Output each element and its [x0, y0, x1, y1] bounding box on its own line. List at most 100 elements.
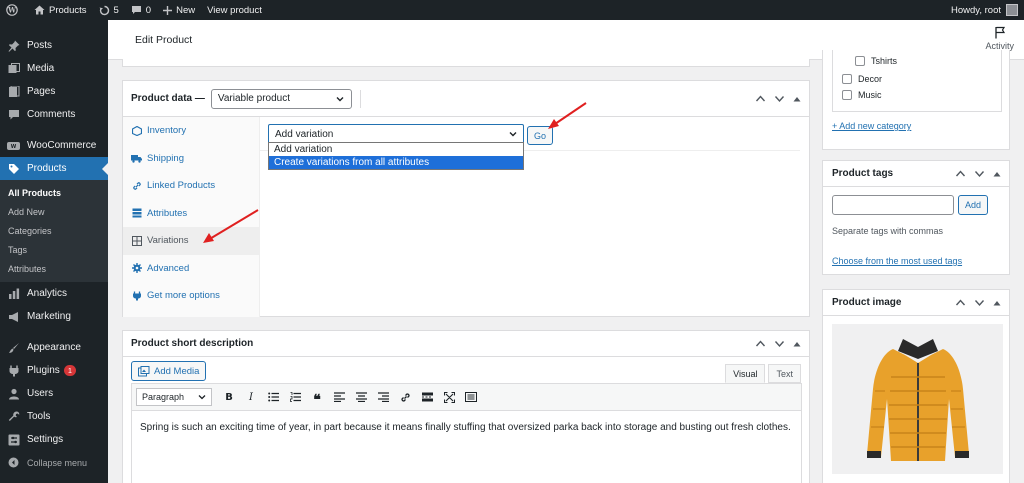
option-create-variations-from-all-attributes[interactable]: Create variations from all attributes — [269, 156, 523, 169]
menu-media[interactable]: Media — [0, 57, 108, 80]
toggle-panel-icon[interactable] — [793, 341, 801, 347]
menu-tools[interactable]: Tools — [0, 405, 108, 428]
align-right-icon[interactable] — [372, 387, 394, 407]
product-image[interactable] — [832, 324, 1003, 474]
move-down-icon[interactable] — [974, 169, 985, 178]
read-more-icon[interactable] — [416, 387, 438, 407]
product-image-panel: Product image — [822, 289, 1010, 483]
site-name-link[interactable]: Products — [28, 0, 93, 20]
tab-get-more-options[interactable]: Get more options — [123, 282, 259, 310]
category-label: Tshirts — [871, 56, 898, 66]
svg-text:W: W — [11, 144, 17, 150]
menu-pages[interactable]: Pages — [0, 80, 108, 103]
menu-woocommerce[interactable]: W WooCommerce — [0, 134, 108, 157]
menu-marketing[interactable]: Marketing — [0, 305, 108, 328]
tab-variations[interactable]: Variations — [123, 227, 259, 255]
menu-label: Comments — [27, 109, 76, 120]
panel-controls — [955, 298, 1001, 307]
collapse-icon — [7, 456, 20, 469]
menu-label: Collapse menu — [27, 457, 88, 468]
toggle-panel-icon[interactable] — [793, 96, 801, 102]
account-menu[interactable]: Howdy, root — [951, 4, 1024, 16]
category-checklist: Tshirts Decor Music — [832, 50, 1002, 112]
wrench-icon — [7, 410, 20, 423]
page-title: Edit Product — [135, 34, 193, 46]
tag-help-text: Separate tags with commas — [832, 226, 944, 236]
category-checkbox[interactable] — [842, 90, 852, 100]
align-center-icon[interactable] — [350, 387, 372, 407]
align-left-icon[interactable] — [328, 387, 350, 407]
tab-attributes[interactable]: Attributes — [123, 200, 259, 228]
wordpress-logo-icon[interactable]: W — [0, 0, 28, 20]
short-description-editor[interactable]: Spring is such an exciting time of year,… — [131, 411, 802, 483]
insert-link-icon[interactable] — [394, 387, 416, 407]
move-up-icon[interactable] — [755, 339, 766, 348]
new-content-link[interactable]: New — [157, 0, 201, 20]
most-used-tags-link[interactable]: Choose from the most used tags — [832, 256, 962, 266]
menu-analytics[interactable]: Analytics — [0, 282, 108, 305]
submenu-all-products[interactable]: All Products — [0, 183, 108, 202]
product-data-panel: Product data — Variable product Inventor… — [122, 80, 810, 317]
comments-link[interactable]: 0 — [125, 0, 157, 20]
product-data-label: Product data — — [131, 93, 205, 104]
fullscreen-icon[interactable] — [438, 387, 460, 407]
bold-icon[interactable]: B — [218, 387, 240, 407]
move-down-icon[interactable] — [974, 298, 985, 307]
bullet-list-icon[interactable] — [262, 387, 284, 407]
menu-plugins[interactable]: Plugins 1 — [0, 359, 108, 382]
collapse-menu-button[interactable]: Collapse menu — [0, 451, 108, 474]
add-new-category-link[interactable]: + Add new category — [832, 121, 911, 131]
blockquote-icon[interactable]: ❝ — [306, 387, 328, 407]
submenu-categories[interactable]: Categories — [0, 221, 108, 240]
numbered-list-icon[interactable] — [284, 387, 306, 407]
submenu-add-new[interactable]: Add New — [0, 202, 108, 221]
menu-products[interactable]: Products — [0, 157, 108, 180]
tab-text[interactable]: Text — [768, 364, 801, 383]
move-down-icon[interactable] — [774, 339, 785, 348]
toggle-panel-icon[interactable] — [993, 300, 1001, 306]
category-checkbox[interactable] — [855, 56, 865, 66]
tab-shipping[interactable]: Shipping — [123, 145, 259, 173]
move-up-icon[interactable] — [955, 169, 966, 178]
tab-label: Linked Products — [147, 180, 216, 192]
tab-label: Shipping — [147, 152, 184, 164]
category-decor[interactable]: Decor — [842, 74, 882, 84]
format-select[interactable]: Paragraph — [136, 388, 212, 406]
add-tag-button[interactable]: Add — [958, 195, 988, 215]
tab-inventory[interactable]: Inventory — [123, 117, 259, 145]
toolbar-toggle-icon[interactable] — [460, 387, 482, 407]
option-add-variation[interactable]: Add variation — [269, 143, 523, 156]
tag-input[interactable] — [832, 195, 954, 215]
tab-advanced[interactable]: Advanced — [123, 255, 259, 283]
category-tshirts[interactable]: Tshirts — [855, 56, 897, 66]
tab-visual[interactable]: Visual — [725, 364, 766, 383]
submenu-tags[interactable]: Tags — [0, 240, 108, 259]
menu-settings[interactable]: Settings — [0, 428, 108, 451]
move-down-icon[interactable] — [774, 94, 785, 103]
menu-posts[interactable]: Posts — [0, 34, 108, 57]
tab-linked-products[interactable]: Linked Products — [123, 172, 259, 200]
plus-icon — [163, 5, 173, 15]
updates-count: 5 — [113, 4, 119, 16]
category-checkbox[interactable] — [842, 74, 852, 84]
menu-comments[interactable]: Comments — [0, 103, 108, 126]
menu-appearance[interactable]: Appearance — [0, 336, 108, 359]
menu-label: Marketing — [27, 311, 71, 322]
variation-action-select[interactable]: Add variation — [268, 124, 524, 144]
product-tags-header: Product tags — [823, 161, 1009, 187]
submenu-attributes[interactable]: Attributes — [0, 259, 108, 278]
view-product-link[interactable]: View product — [201, 0, 268, 20]
menu-users[interactable]: Users — [0, 382, 108, 405]
move-up-icon[interactable] — [955, 298, 966, 307]
italic-icon[interactable]: I — [240, 387, 262, 407]
updates-link[interactable]: 5 — [93, 0, 125, 20]
activity-button[interactable]: Activity — [985, 26, 1014, 51]
short-description-title: Product short description — [131, 338, 254, 349]
product-type-select[interactable]: Variable product — [210, 88, 352, 109]
category-music[interactable]: Music — [842, 90, 882, 100]
toggle-panel-icon[interactable] — [993, 171, 1001, 177]
go-button[interactable]: Go — [527, 126, 553, 145]
media-icon — [7, 62, 20, 75]
add-media-button[interactable]: Add Media — [131, 361, 207, 381]
move-up-icon[interactable] — [755, 94, 766, 103]
